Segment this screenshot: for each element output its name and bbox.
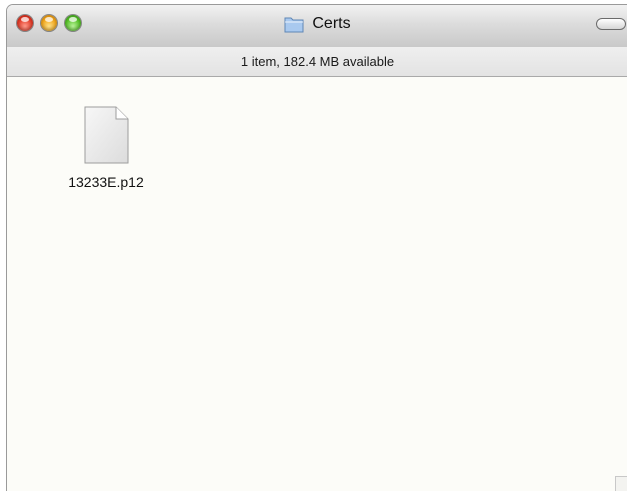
- finder-window: Certs 1 item, 182.4 MB available 13233E.…: [6, 4, 627, 491]
- resize-grip[interactable]: [615, 476, 627, 491]
- status-bar: 1 item, 182.4 MB available: [7, 47, 627, 77]
- title-bar[interactable]: Certs: [7, 5, 627, 48]
- window-title: Certs: [7, 15, 627, 33]
- folder-content-area[interactable]: 13233E.p12: [7, 77, 627, 491]
- window-title-text: Certs: [312, 15, 351, 32]
- folder-icon: [284, 17, 304, 33]
- status-text: 1 item, 182.4 MB available: [240, 54, 395, 69]
- file-item[interactable]: 13233E.p12: [51, 106, 161, 190]
- file-name[interactable]: 13233E.p12: [68, 174, 144, 190]
- document-icon[interactable]: [83, 106, 129, 164]
- toolbar-toggle-button[interactable]: [596, 18, 626, 30]
